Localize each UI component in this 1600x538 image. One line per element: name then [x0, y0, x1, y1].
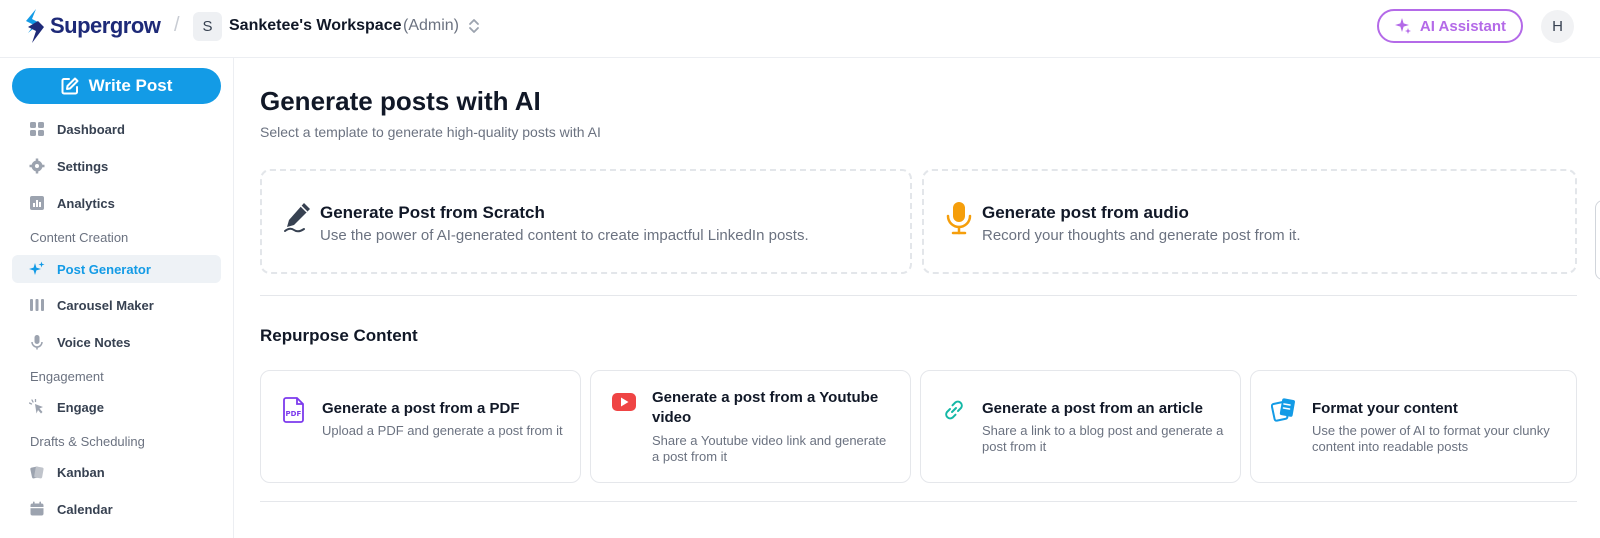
sidebar-item-post-generator[interactable]: Post Generator [12, 255, 221, 283]
sparkles-icon [28, 260, 46, 278]
template-card-audio[interactable]: Generate post from audio Record your tho… [922, 169, 1577, 274]
workspace-name[interactable]: Sanketee's Workspace [229, 17, 402, 35]
template-title: Generate post from audio [982, 203, 1189, 222]
sidebar-item-calendar[interactable]: Calendar [12, 495, 221, 523]
brand-name: Supergrow [50, 13, 161, 38]
microphone-icon [946, 202, 972, 235]
sidebar-item-label: Calendar [57, 501, 113, 517]
sidebar-item-voice-notes[interactable]: Voice Notes [12, 328, 221, 356]
template-description: Use the power of AI-generated content to… [320, 227, 809, 244]
sidebar-item-settings[interactable]: Settings [12, 152, 221, 180]
repurpose-description: Share a Youtube video link and generate … [652, 433, 887, 464]
youtube-icon [612, 393, 636, 411]
sidebar-item-label: Voice Notes [57, 334, 131, 350]
brand-logo[interactable]: Supergrow [24, 8, 161, 44]
gear-icon [28, 157, 46, 175]
write-post-label: Write Post [88, 76, 173, 95]
repurpose-card-article[interactable]: Generate a post from an article Share a … [920, 370, 1241, 483]
columns-icon [28, 296, 46, 314]
repurpose-title: Generate a post from a PDF [322, 400, 520, 417]
section-label-engagement: Engagement [30, 369, 104, 384]
repurpose-section-title: Repurpose Content [260, 326, 418, 345]
page-title: Generate posts with AI [260, 86, 541, 116]
repurpose-title: Generate a post from an article [982, 400, 1203, 417]
repurpose-card-format[interactable]: Format your content Use the power of AI … [1250, 370, 1577, 483]
workspace-role: (Admin) [403, 17, 460, 34]
documents-icon [1271, 398, 1295, 422]
repurpose-description: Share a link to a blog post and generate… [982, 423, 1224, 454]
dashboard-icon [28, 120, 46, 138]
template-card-scratch[interactable]: Generate Post from Scratch Use the power… [260, 169, 912, 274]
template-description: Record your thoughts and generate post f… [982, 227, 1301, 244]
section-divider [260, 501, 1577, 502]
breadcrumb-separator: / [174, 14, 180, 36]
ai-assistant-button[interactable]: AI Assistant [1377, 9, 1523, 43]
write-post-button[interactable]: Write Post [12, 68, 221, 104]
repurpose-title: Generate a post from a Youtube video [652, 389, 879, 426]
sidebar-item-label: Dashboard [57, 121, 125, 137]
top-bar: Supergrow / S Sanketee's Workspace (Admi… [0, 0, 1600, 58]
bar-chart-icon [28, 194, 46, 212]
template-title: Generate Post from Scratch [320, 203, 545, 222]
cursor-click-icon [28, 398, 46, 416]
repurpose-description: Use the power of AI to format your clunk… [1312, 423, 1550, 454]
supergrow-logo-icon [26, 9, 44, 43]
microphone-icon [28, 333, 46, 351]
pen-icon [284, 203, 310, 233]
sidebar-item-label: Settings [57, 158, 109, 174]
section-divider [260, 295, 1577, 296]
repurpose-card-pdf[interactable]: PDF Generate a post from a PDF Upload a … [260, 370, 581, 483]
sidebar-item-label: Engage [57, 399, 104, 415]
repurpose-description: Upload a PDF and generate a post from it [322, 423, 563, 438]
main-content: Generate posts with AI Select a template… [234, 58, 1600, 538]
section-label-drafts-scheduling: Drafts & Scheduling [30, 434, 145, 449]
sidebar-item-label: Post Generator [57, 261, 151, 277]
sidebar-item-engage[interactable]: Engage [12, 393, 221, 421]
sidebar-item-analytics[interactable]: Analytics [12, 189, 221, 217]
sidebar-item-kanban[interactable]: Kanban [12, 458, 221, 486]
sidebar-item-label: Analytics [57, 195, 115, 211]
sidebar: Write Post Dashboard Settings Analytics … [0, 58, 234, 538]
section-label-content-creation: Content Creation [30, 230, 129, 245]
repurpose-title: Format your content [1312, 400, 1458, 417]
calendar-icon [28, 500, 46, 518]
sidebar-item-label: Kanban [57, 464, 105, 480]
cards-icon [28, 463, 46, 481]
sidebar-item-label: Carousel Maker [57, 297, 154, 313]
repurpose-card-youtube[interactable]: Generate a post from a Youtube video Sha… [590, 370, 911, 483]
link-icon [945, 400, 963, 420]
sidebar-item-dashboard[interactable]: Dashboard [12, 115, 221, 143]
workspace-avatar[interactable]: S [193, 12, 222, 41]
chevron-updown-icon[interactable] [467, 16, 481, 36]
svg-text:PDF: PDF [286, 410, 302, 418]
user-avatar[interactable]: H [1541, 10, 1574, 43]
side-panel-handle[interactable] [1595, 200, 1600, 280]
edit-icon [61, 77, 79, 95]
ai-assistant-label: AI Assistant [1419, 17, 1507, 35]
sparkle-icon [1394, 18, 1411, 34]
page-subtitle: Select a template to generate high-quali… [260, 124, 601, 140]
pdf-file-icon: PDF [283, 397, 304, 423]
sidebar-item-carousel-maker[interactable]: Carousel Maker [12, 291, 221, 319]
